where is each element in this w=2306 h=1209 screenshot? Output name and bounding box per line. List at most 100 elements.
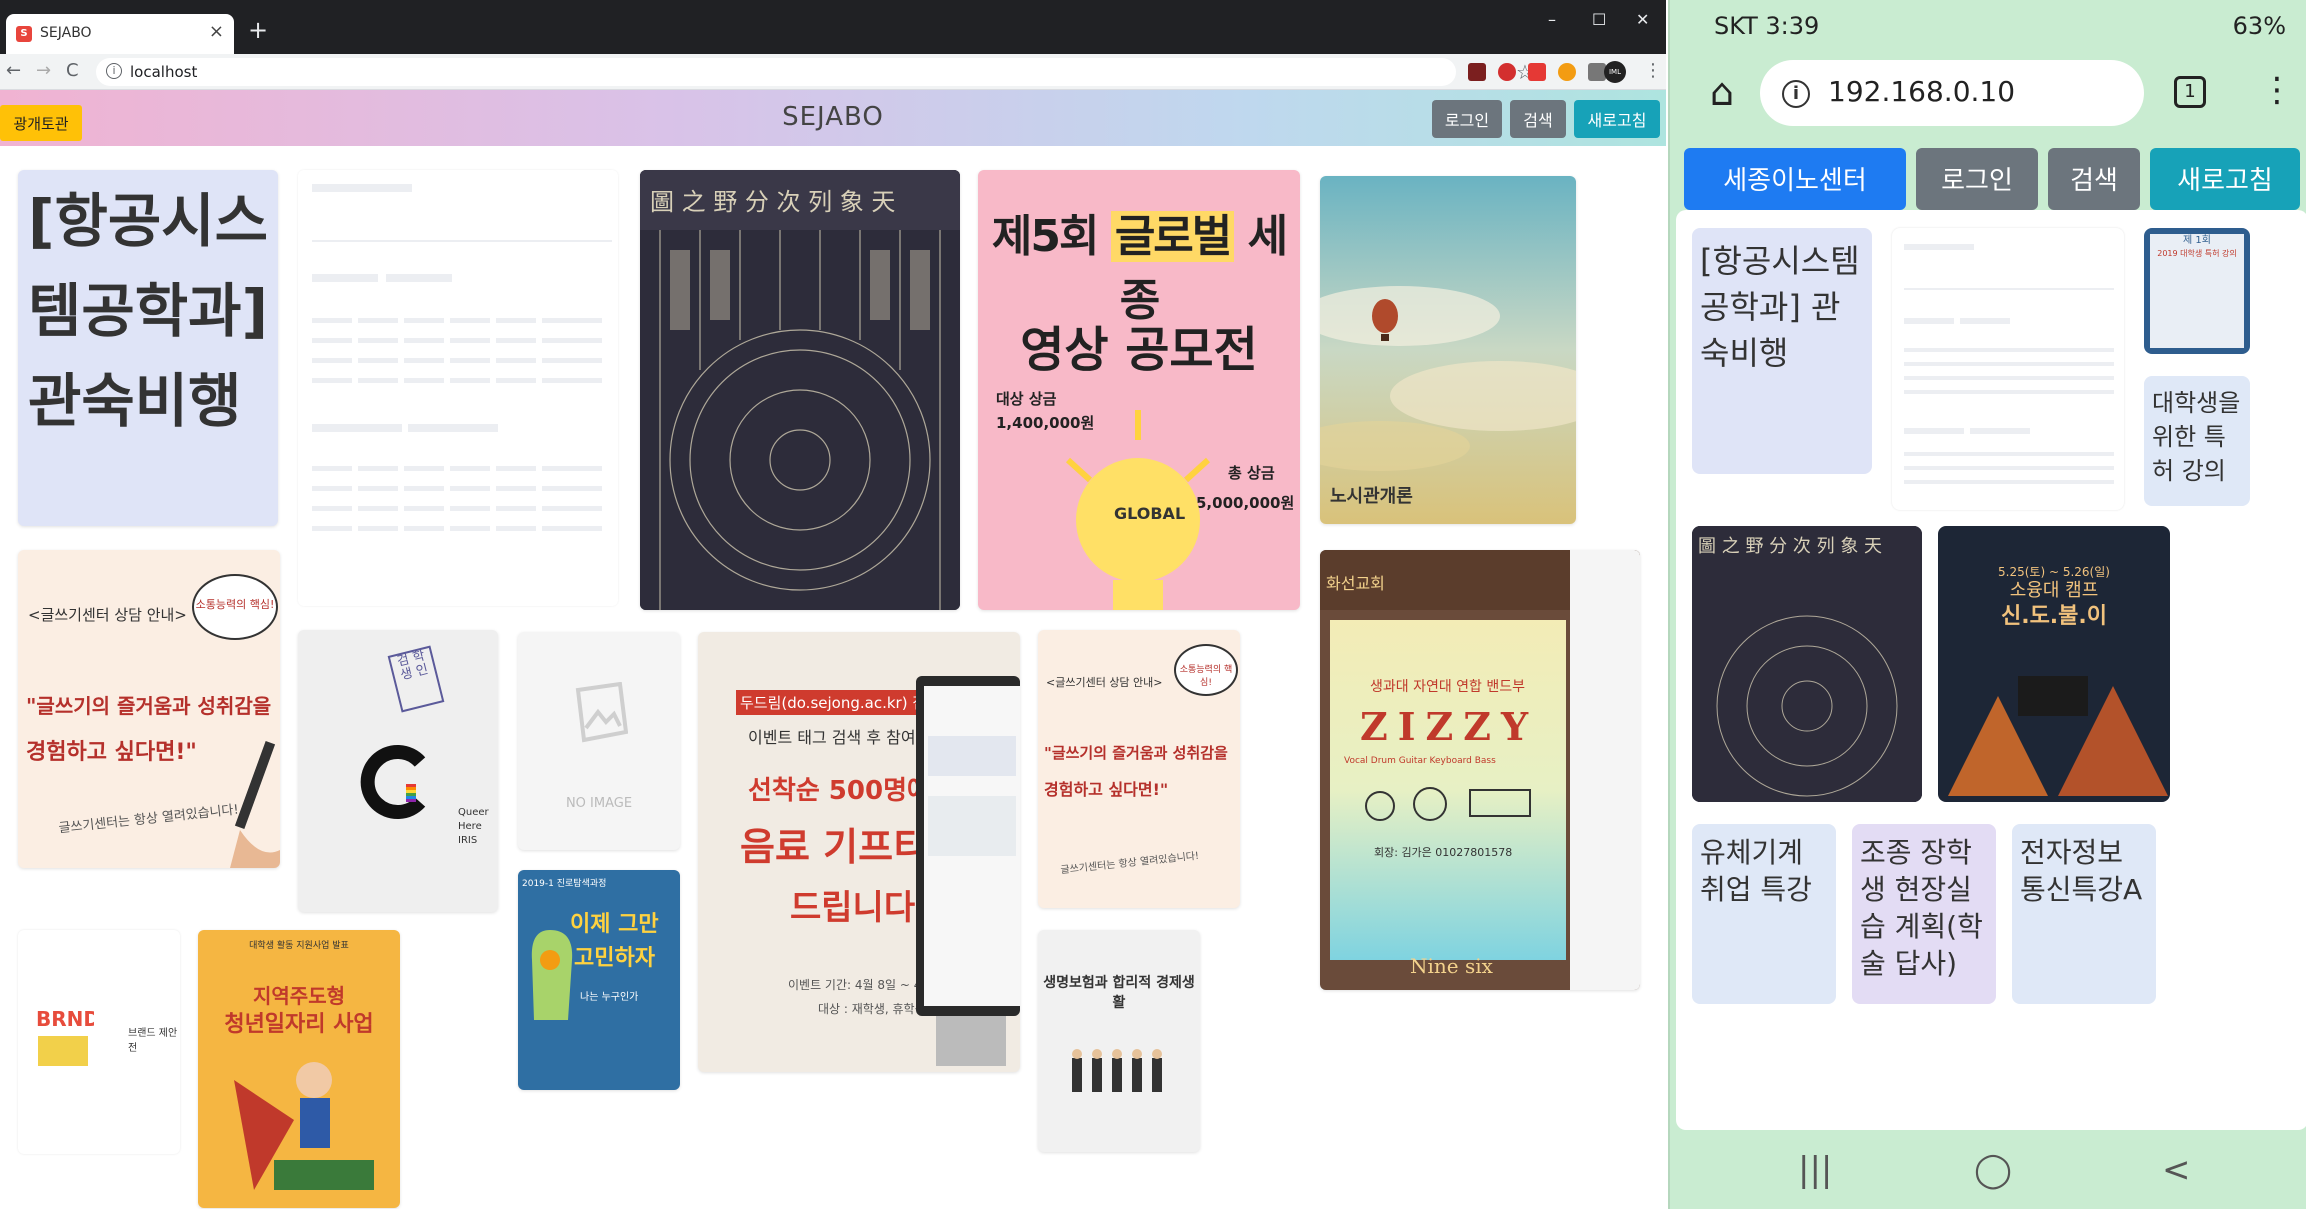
poster-title: <글쓰기센터 상담 안내> [1046, 676, 1163, 689]
card-title: [항공시스템공학과] 관숙비행 [1700, 242, 1860, 372]
text-card-aviation[interactable]: [항공시스템공학과]관숙비행 [18, 170, 278, 526]
mobile-url-text: 192.168.0.10 [1828, 75, 2016, 108]
brand-label: 브랜드 제안전 [128, 1028, 178, 1054]
card-title: 생명보험과 합리적 경제생활 [1043, 975, 1195, 1011]
event-poster-card[interactable]: 두드림(do.sejong.ac.kr) 접속 후 이벤트 태그 검색 후 참여… [698, 632, 1020, 1072]
pen-icon [230, 741, 280, 868]
forward-icon[interactable]: → [36, 60, 51, 81]
search-button[interactable]: 검색 [1510, 100, 1566, 138]
writing-center-poster-card[interactable]: <글쓰기센터 상담 안내> 소통능력의 핵심! "글쓰기의 즐거움과 성취감을 … [18, 550, 280, 868]
refresh-button[interactable]: 새로고침 [1574, 100, 1660, 138]
star-chart-image-card[interactable]: 圖 之 野 分 次 列 象 天 [640, 170, 960, 610]
poster-title: <글쓰기센터 상담 안내> [28, 606, 187, 624]
desktop-browser: S SEJABO × + – ☐ ✕ ← → C i localhost ☆ I… [0, 0, 1666, 1209]
svg-text:BRND: BRND [36, 1007, 94, 1031]
thumb-subtitle: 2019 대학생 특허 강의 [2157, 249, 2237, 258]
browser-tab[interactable]: S SEJABO × [6, 14, 234, 54]
career-exploration-poster-card[interactable]: 2019-1 진로탐색과정 이제 그만 고민하자 나는 누구인가 [518, 870, 680, 1090]
login-button[interactable]: 로그인 [1432, 100, 1502, 138]
favicon-icon: S [16, 26, 32, 42]
info-icon[interactable]: i [106, 63, 122, 79]
queer-iris-poster-card[interactable]: 검 학 생 인 Queer Here IRIS [298, 630, 498, 912]
recent-apps-icon[interactable]: ||| [1798, 1150, 1832, 1190]
card-title: [항공시스템공학과]관숙비행 [28, 187, 268, 435]
sky-caption: 노시관개론 [1330, 486, 1413, 507]
band-recruit-poster-card[interactable]: 화선교회 생과대 자연대 연합 밴드부 ZIZZY Vocal Drum Gui… [1320, 550, 1640, 990]
writing-center-poster-card[interactable]: <글쓰기센터 상담 안내> 소통능력의 핵심! "글쓰기의 즐거움과 성취감을 … [1038, 630, 1240, 908]
head-gears-icon [531, 930, 573, 1020]
location-button[interactable]: 광개토관 [0, 105, 82, 141]
mobile-menu-icon[interactable]: ⋮ [2260, 70, 2294, 110]
status-time: SKT 3:39 [1714, 12, 1820, 40]
poster-headline: 이제 그만 [570, 912, 659, 937]
pilot-scholarship-card[interactable]: 조종 장학생 현장실습 계획(학술 답사) [1852, 824, 1996, 1004]
ublock-icon[interactable] [1498, 63, 1516, 81]
fluid-machinery-card[interactable]: 유체기계 취업 특강 [1692, 824, 1836, 1004]
extension-icon[interactable] [1468, 63, 1486, 81]
text-card-aviation[interactable]: [항공시스템공학과] 관숙비행 [1692, 228, 1872, 474]
patent-lecture-card[interactable]: 대학생을 위한 특허 강의 [2144, 376, 2250, 506]
star-chart-image: 圖 之 野 分 次 列 象 天 [640, 170, 960, 610]
insurance-lecture-card[interactable]: 생명보험과 합리적 경제생활 [1038, 930, 1200, 1152]
reload-icon[interactable]: C [66, 60, 79, 81]
poster-text: 2019-1 진로탐색과정 [522, 879, 607, 889]
brand-proposal-card[interactable]: BRND 브랜드 제안전 [18, 930, 180, 1154]
patent-lecture-thumbnail[interactable]: 제 1회 2019 대학생 특허 강의 [2144, 228, 2250, 354]
maximize-icon[interactable]: ☐ [1592, 10, 1606, 29]
home-icon[interactable]: ⌂ [1710, 70, 1734, 114]
poster-text: 대학생 활동 지원사업 발표 [249, 941, 349, 951]
poster-subtitle: 영상 공모전 [1020, 322, 1258, 378]
tab-close-icon[interactable]: × [209, 21, 224, 42]
mobile-url-field[interactable]: i 192.168.0.10 [1760, 60, 2144, 126]
mobile-search-button[interactable]: 검색 [2048, 148, 2140, 210]
poster-body: "글쓰기의 즐거움과 성취감을 [1044, 744, 1228, 762]
card-title: 조종 장학생 현장실습 계획(학술 답사) [1860, 836, 1983, 980]
extension-icon[interactable] [1528, 63, 1546, 81]
url-text: localhost [130, 63, 198, 81]
superhero-illustration [234, 1062, 374, 1190]
card-title: 유체기계 취업 특강 [1700, 836, 1812, 906]
brand-text: IRIS [458, 835, 478, 846]
band-flyer: 생과대 자연대 연합 밴드부 ZIZZY Vocal Drum Guitar K… [1330, 620, 1566, 960]
poster-headline: 청년일자리 사업 [224, 1012, 374, 1037]
prize-label: 대상 상금 [996, 390, 1057, 408]
brand-logo-image: BRND [36, 1007, 94, 1066]
tents-illustration [1948, 676, 2168, 796]
info-icon[interactable]: i [1782, 80, 1810, 108]
mobile-login-button[interactable]: 로그인 [1916, 148, 2038, 210]
brand-text: Queer [458, 807, 489, 818]
video-contest-poster-card[interactable]: 제5회 글로벌 세종 영상 공모전 대상 상금 1,400,000원 총 상금 … [978, 170, 1300, 610]
instruments-icon [1365, 787, 1531, 821]
electronics-lecture-card[interactable]: 전자정보통신특강A [2012, 824, 2156, 1004]
speech-bubble: 소통능력의 핵심! [192, 574, 278, 640]
poster-text: Nine six [1410, 954, 1493, 978]
mobile-card-grid: [항공시스템공학과] 관숙비행 제 1회 2019 대학생 특허 강의 대학생을… [1676, 210, 2306, 1130]
new-tab-icon[interactable]: + [248, 18, 268, 42]
android-home-icon[interactable]: ◯ [1974, 1150, 2012, 1190]
mobile-location-button[interactable]: 세종이노센터 [1684, 148, 1906, 210]
card-title: 대학생을 위한 특허 강의 [2152, 389, 2241, 485]
camp-poster-card[interactable]: 5.25(토) ~ 5.26(일) 소융대 캠프 신.도.불.이 [1938, 526, 2170, 802]
flyer-genre: Vocal Drum Guitar Keyboard Bass [1344, 756, 1496, 766]
battery-level: 63% [2232, 12, 2286, 40]
skeleton-lines [312, 184, 612, 531]
youth-job-poster-card[interactable]: 대학생 활동 지원사업 발표 지역주도형 청년일자리 사업 [198, 930, 400, 1208]
profile-avatar[interactable]: IML [1604, 61, 1626, 83]
back-icon[interactable]: ← [6, 60, 21, 81]
star-chart-image-card[interactable]: 圖 之 野 分 次 列 象 天 [1692, 526, 1922, 802]
tab-count-icon[interactable]: 1 [2174, 76, 2206, 108]
no-image-card[interactable]: NO IMAGE [518, 632, 680, 850]
android-back-icon[interactable]: < [2162, 1150, 2191, 1190]
close-window-icon[interactable]: ✕ [1636, 10, 1649, 29]
card-grid: [항공시스템공학과]관숙비행 圖 之 野 分 次 列 象 天 제5회 글로벌 세… [0, 146, 1666, 1209]
poster-footer: 대상 : 재학생, 휴학생 [818, 1002, 926, 1016]
sky-balloon-card[interactable]: 노시관개론 [1320, 176, 1576, 524]
url-field[interactable]: i localhost ☆ [96, 58, 1534, 86]
mobile-refresh-button[interactable]: 새로고침 [2150, 148, 2300, 210]
tab-bar: S SEJABO × + – ☐ ✕ [0, 0, 1666, 54]
browser-menu-icon[interactable]: ⋮ [1644, 60, 1662, 81]
mobile-browser: SKT 3:39 63% ⌂ i 192.168.0.10 1 ⋮ 세종이노센터… [1668, 0, 2306, 1209]
minimize-icon[interactable]: – [1548, 10, 1556, 29]
tab-title: SEJABO [40, 25, 92, 41]
extension-icon[interactable] [1558, 63, 1576, 81]
